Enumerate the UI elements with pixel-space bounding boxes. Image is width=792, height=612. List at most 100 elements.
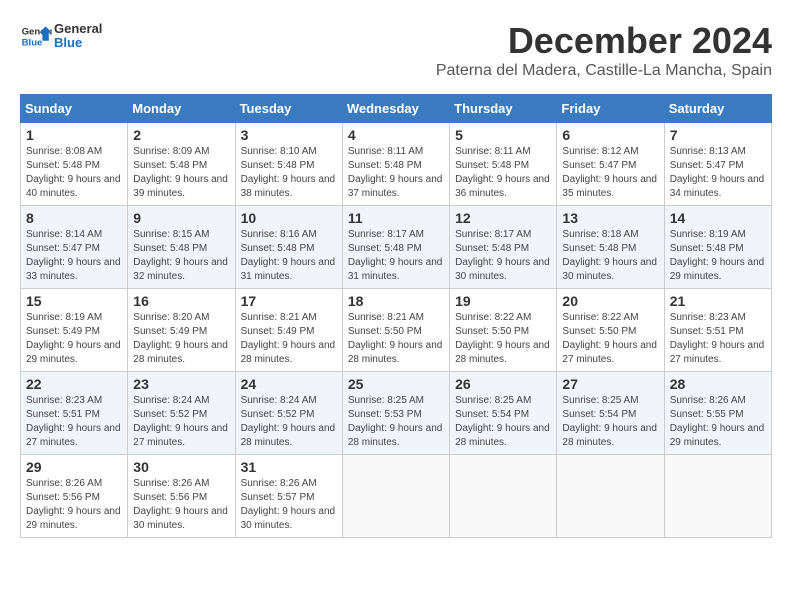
day-info: Sunrise: 8:08 AM Sunset: 5:48 PM Dayligh…: [26, 146, 121, 199]
day-number: 3: [241, 127, 337, 143]
calendar-cell: 11 Sunrise: 8:17 AM Sunset: 5:48 PM Dayl…: [342, 206, 449, 289]
calendar-cell: 10 Sunrise: 8:16 AM Sunset: 5:48 PM Dayl…: [235, 206, 342, 289]
day-info: Sunrise: 8:26 AM Sunset: 5:56 PM Dayligh…: [133, 478, 228, 531]
weekday-header-tuesday: Tuesday: [235, 95, 342, 123]
day-number: 31: [241, 459, 337, 475]
day-info: Sunrise: 8:16 AM Sunset: 5:48 PM Dayligh…: [241, 229, 336, 282]
day-number: 15: [26, 293, 122, 309]
calendar-cell: 4 Sunrise: 8:11 AM Sunset: 5:48 PM Dayli…: [342, 123, 449, 206]
calendar-cell: 18 Sunrise: 8:21 AM Sunset: 5:50 PM Dayl…: [342, 289, 449, 372]
day-info: Sunrise: 8:11 AM Sunset: 5:48 PM Dayligh…: [455, 146, 550, 199]
logo-blue-text: Blue: [54, 35, 82, 50]
day-number: 25: [348, 376, 444, 392]
day-info: Sunrise: 8:23 AM Sunset: 5:51 PM Dayligh…: [670, 312, 765, 365]
day-info: Sunrise: 8:19 AM Sunset: 5:48 PM Dayligh…: [670, 229, 765, 282]
header: General Blue General Blue December 2024 …: [20, 20, 772, 90]
day-number: 7: [670, 127, 766, 143]
weekday-header-friday: Friday: [557, 95, 664, 123]
day-number: 28: [670, 376, 766, 392]
day-number: 22: [26, 376, 122, 392]
calendar-cell: [664, 455, 771, 538]
weekday-header-row: SundayMondayTuesdayWednesdayThursdayFrid…: [21, 95, 772, 123]
calendar-cell: 28 Sunrise: 8:26 AM Sunset: 5:55 PM Dayl…: [664, 372, 771, 455]
calendar-cell: 17 Sunrise: 8:21 AM Sunset: 5:49 PM Dayl…: [235, 289, 342, 372]
day-number: 10: [241, 210, 337, 226]
day-number: 17: [241, 293, 337, 309]
month-title: December 2024: [436, 20, 772, 62]
day-info: Sunrise: 8:26 AM Sunset: 5:56 PM Dayligh…: [26, 478, 121, 531]
day-info: Sunrise: 8:24 AM Sunset: 5:52 PM Dayligh…: [241, 395, 336, 448]
calendar-cell: 30 Sunrise: 8:26 AM Sunset: 5:56 PM Dayl…: [128, 455, 235, 538]
calendar-cell: 22 Sunrise: 8:23 AM Sunset: 5:51 PM Dayl…: [21, 372, 128, 455]
day-number: 29: [26, 459, 122, 475]
day-number: 4: [348, 127, 444, 143]
day-number: 27: [562, 376, 658, 392]
calendar-cell: 27 Sunrise: 8:25 AM Sunset: 5:54 PM Dayl…: [557, 372, 664, 455]
day-info: Sunrise: 8:21 AM Sunset: 5:49 PM Dayligh…: [241, 312, 336, 365]
day-number: 19: [455, 293, 551, 309]
day-number: 16: [133, 293, 229, 309]
calendar-cell: 25 Sunrise: 8:25 AM Sunset: 5:53 PM Dayl…: [342, 372, 449, 455]
day-number: 26: [455, 376, 551, 392]
day-info: Sunrise: 8:15 AM Sunset: 5:48 PM Dayligh…: [133, 229, 228, 282]
calendar-cell: [450, 455, 557, 538]
logo-general-text: General: [54, 21, 102, 36]
day-number: 23: [133, 376, 229, 392]
day-number: 18: [348, 293, 444, 309]
day-info: Sunrise: 8:21 AM Sunset: 5:50 PM Dayligh…: [348, 312, 443, 365]
day-number: 9: [133, 210, 229, 226]
day-info: Sunrise: 8:22 AM Sunset: 5:50 PM Dayligh…: [455, 312, 550, 365]
calendar-cell: 2 Sunrise: 8:09 AM Sunset: 5:48 PM Dayli…: [128, 123, 235, 206]
svg-text:Blue: Blue: [22, 38, 43, 49]
calendar-cell: 19 Sunrise: 8:22 AM Sunset: 5:50 PM Dayl…: [450, 289, 557, 372]
calendar-cell: 1 Sunrise: 8:08 AM Sunset: 5:48 PM Dayli…: [21, 123, 128, 206]
day-info: Sunrise: 8:20 AM Sunset: 5:49 PM Dayligh…: [133, 312, 228, 365]
weekday-header-wednesday: Wednesday: [342, 95, 449, 123]
weekday-header-monday: Monday: [128, 95, 235, 123]
day-info: Sunrise: 8:14 AM Sunset: 5:47 PM Dayligh…: [26, 229, 121, 282]
day-number: 1: [26, 127, 122, 143]
day-info: Sunrise: 8:19 AM Sunset: 5:49 PM Dayligh…: [26, 312, 121, 365]
day-number: 2: [133, 127, 229, 143]
day-number: 6: [562, 127, 658, 143]
calendar-cell: 24 Sunrise: 8:24 AM Sunset: 5:52 PM Dayl…: [235, 372, 342, 455]
weekday-header-saturday: Saturday: [664, 95, 771, 123]
day-info: Sunrise: 8:22 AM Sunset: 5:50 PM Dayligh…: [562, 312, 657, 365]
calendar-cell: 16 Sunrise: 8:20 AM Sunset: 5:49 PM Dayl…: [128, 289, 235, 372]
day-info: Sunrise: 8:24 AM Sunset: 5:52 PM Dayligh…: [133, 395, 228, 448]
day-info: Sunrise: 8:25 AM Sunset: 5:54 PM Dayligh…: [562, 395, 657, 448]
calendar-cell: 5 Sunrise: 8:11 AM Sunset: 5:48 PM Dayli…: [450, 123, 557, 206]
day-number: 20: [562, 293, 658, 309]
day-info: Sunrise: 8:25 AM Sunset: 5:54 PM Dayligh…: [455, 395, 550, 448]
calendar-cell: 20 Sunrise: 8:22 AM Sunset: 5:50 PM Dayl…: [557, 289, 664, 372]
day-info: Sunrise: 8:26 AM Sunset: 5:57 PM Dayligh…: [241, 478, 336, 531]
calendar-cell: 6 Sunrise: 8:12 AM Sunset: 5:47 PM Dayli…: [557, 123, 664, 206]
day-number: 12: [455, 210, 551, 226]
calendar-cell: [557, 455, 664, 538]
day-info: Sunrise: 8:13 AM Sunset: 5:47 PM Dayligh…: [670, 146, 765, 199]
day-info: Sunrise: 8:11 AM Sunset: 5:48 PM Dayligh…: [348, 146, 443, 199]
calendar-cell: 9 Sunrise: 8:15 AM Sunset: 5:48 PM Dayli…: [128, 206, 235, 289]
day-number: 24: [241, 376, 337, 392]
day-info: Sunrise: 8:17 AM Sunset: 5:48 PM Dayligh…: [455, 229, 550, 282]
calendar-cell: 13 Sunrise: 8:18 AM Sunset: 5:48 PM Dayl…: [557, 206, 664, 289]
day-info: Sunrise: 8:12 AM Sunset: 5:47 PM Dayligh…: [562, 146, 657, 199]
calendar-cell: 12 Sunrise: 8:17 AM Sunset: 5:48 PM Dayl…: [450, 206, 557, 289]
calendar-cell: 21 Sunrise: 8:23 AM Sunset: 5:51 PM Dayl…: [664, 289, 771, 372]
day-info: Sunrise: 8:17 AM Sunset: 5:48 PM Dayligh…: [348, 229, 443, 282]
day-info: Sunrise: 8:23 AM Sunset: 5:51 PM Dayligh…: [26, 395, 121, 448]
day-number: 5: [455, 127, 551, 143]
day-info: Sunrise: 8:10 AM Sunset: 5:48 PM Dayligh…: [241, 146, 336, 199]
day-number: 13: [562, 210, 658, 226]
calendar-cell: 7 Sunrise: 8:13 AM Sunset: 5:47 PM Dayli…: [664, 123, 771, 206]
page-container: General Blue General Blue December 2024 …: [20, 20, 772, 538]
weekday-header-sunday: Sunday: [21, 95, 128, 123]
calendar-cell: 3 Sunrise: 8:10 AM Sunset: 5:48 PM Dayli…: [235, 123, 342, 206]
day-number: 30: [133, 459, 229, 475]
day-info: Sunrise: 8:26 AM Sunset: 5:55 PM Dayligh…: [670, 395, 765, 448]
day-number: 14: [670, 210, 766, 226]
calendar-cell: 8 Sunrise: 8:14 AM Sunset: 5:47 PM Dayli…: [21, 206, 128, 289]
calendar-cell: 26 Sunrise: 8:25 AM Sunset: 5:54 PM Dayl…: [450, 372, 557, 455]
day-info: Sunrise: 8:18 AM Sunset: 5:48 PM Dayligh…: [562, 229, 657, 282]
weekday-header-thursday: Thursday: [450, 95, 557, 123]
